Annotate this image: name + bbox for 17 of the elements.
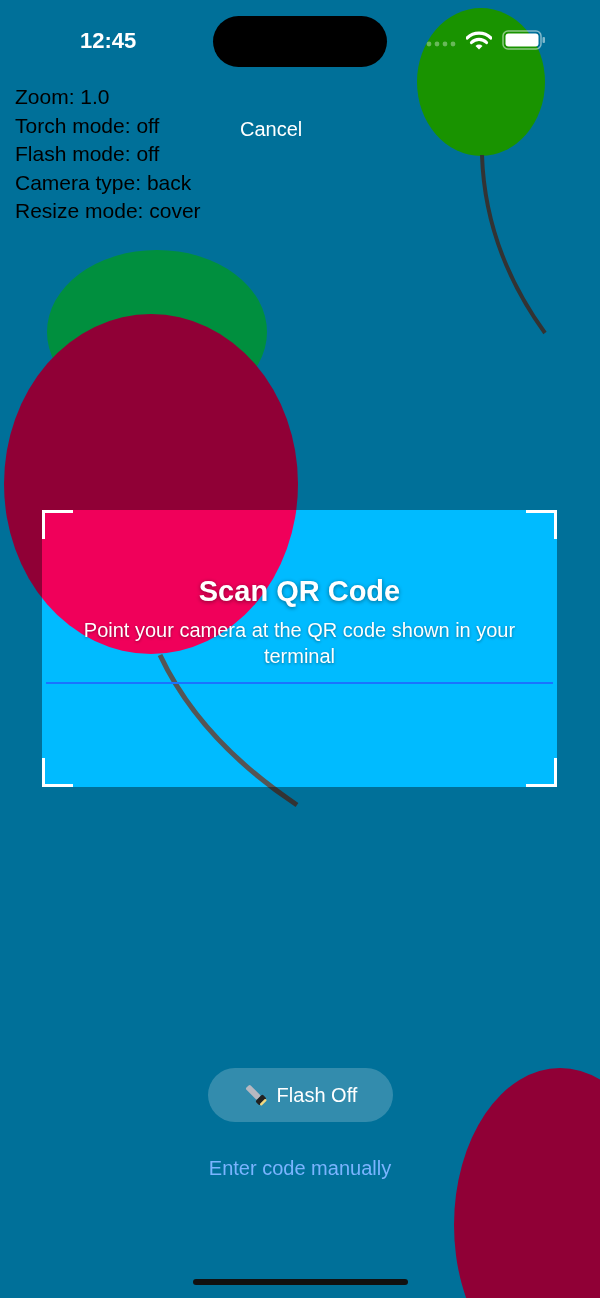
wifi-icon xyxy=(466,30,492,50)
cancel-button[interactable]: Cancel xyxy=(240,118,303,141)
debug-info-text: Torch mode: off xyxy=(15,112,160,139)
debug-info-text: Zoom: 1.0 xyxy=(15,84,110,110)
frame-corner xyxy=(526,510,557,539)
scan-title: Scan QR Code xyxy=(198,574,401,609)
frame-corner xyxy=(42,510,73,539)
debug-info-text: Camera type: back xyxy=(15,169,192,196)
status-time: 12:45 xyxy=(80,28,137,54)
frame-corner xyxy=(526,758,557,787)
flash-button[interactable]: Flash Off xyxy=(207,1068,393,1122)
battery-icon xyxy=(502,30,546,50)
debug-info-text: Resize mode: cover xyxy=(15,198,201,224)
signal-icon xyxy=(426,41,456,47)
frame-corner xyxy=(42,758,73,787)
manual-entry-link[interactable]: Enter code manually xyxy=(208,1157,392,1180)
debug-info-text: Flash mode: off xyxy=(15,141,160,167)
